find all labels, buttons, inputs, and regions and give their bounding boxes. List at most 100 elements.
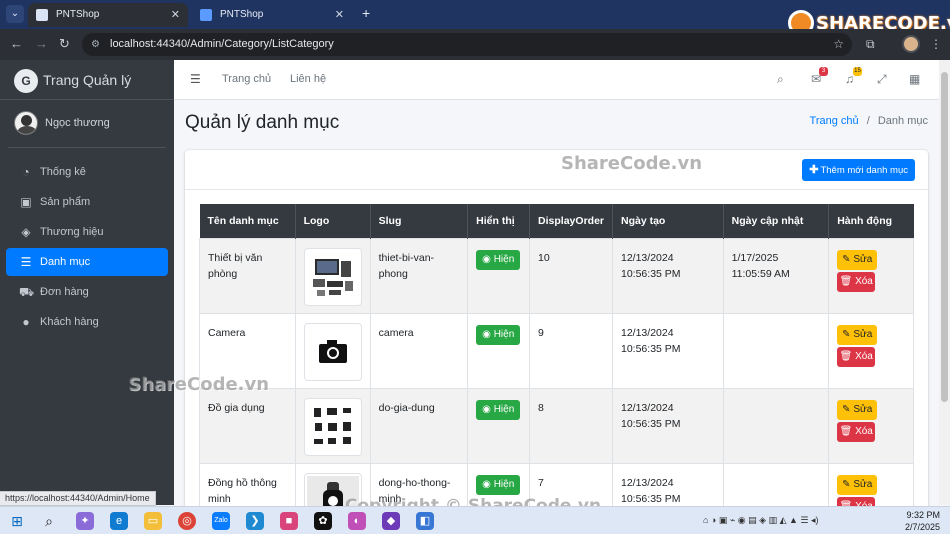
app-icon-2[interactable]: ◧ bbox=[416, 512, 434, 530]
tab-search-icon[interactable]: ⌄ bbox=[6, 5, 24, 23]
box-icon: ▣ bbox=[20, 195, 32, 209]
windows-start-icon[interactable]: ⊞ bbox=[8, 512, 26, 530]
show-label: Hiện bbox=[493, 403, 515, 415]
category-card: ✚ Thêm mới danh mục Tên danh mục Logo Slu… bbox=[185, 150, 928, 534]
sidebar-item-san-pham[interactable]: ▣ Sản phẩm bbox=[6, 188, 168, 216]
chrome-icon[interactable]: ◎ bbox=[178, 512, 196, 530]
sidebar-item-thuong-hieu[interactable]: ◈ Thương hiệu bbox=[6, 218, 168, 246]
favicon-icon bbox=[36, 9, 48, 21]
edit-label: Sửa bbox=[853, 253, 873, 265]
delete-button[interactable]: 🗑 Xóa bbox=[837, 421, 876, 442]
search-taskbar-icon[interactable]: ⌕ bbox=[40, 512, 58, 530]
close-tab-icon[interactable]: ✕ bbox=[335, 3, 344, 27]
eye-icon: ◉ bbox=[482, 253, 491, 265]
visual-studio-icon[interactable]: ◆ bbox=[382, 512, 400, 530]
bookmark-star-icon[interactable]: ☆ bbox=[833, 33, 844, 56]
table-row: Camera camera ◉ Hiện 9 12/13/2024 10:56:… bbox=[199, 312, 914, 389]
browser-menu-icon[interactable]: ⋮ bbox=[930, 37, 942, 51]
back-icon[interactable]: ← bbox=[10, 36, 23, 51]
edge-icon[interactable]: e bbox=[110, 512, 128, 530]
forward-icon[interactable]: → bbox=[35, 36, 48, 51]
eye-icon: ◉ bbox=[482, 478, 491, 490]
col-display-order[interactable]: DisplayOrder bbox=[529, 204, 613, 238]
logo-cell bbox=[294, 237, 371, 314]
delete-button[interactable]: 🗑 Xóa bbox=[837, 346, 876, 367]
add-category-label: Thêm mới danh mục bbox=[820, 165, 908, 176]
col-logo[interactable]: Logo bbox=[295, 204, 371, 238]
updated-date bbox=[722, 387, 830, 464]
camera-image bbox=[303, 322, 362, 381]
show-toggle-button[interactable]: ◉ Hiện bbox=[476, 324, 521, 345]
col-visible[interactable]: Hiển thị bbox=[467, 204, 531, 238]
col-created[interactable]: Ngày tạo bbox=[612, 204, 724, 238]
system-clock[interactable]: 9:32 PM 2/7/2025 bbox=[905, 509, 940, 533]
reload-icon[interactable]: ↻ bbox=[59, 36, 70, 52]
sidebar-item-don-hang[interactable]: ⛟ Đơn hàng bbox=[6, 278, 168, 306]
col-updated[interactable]: Ngày cập nhật bbox=[723, 204, 830, 238]
vscode-icon[interactable]: ❯ bbox=[246, 512, 264, 530]
browser-tab-active[interactable]: PNTShop ✕ bbox=[28, 3, 188, 27]
user-panel[interactable]: Ngọc thương bbox=[8, 100, 166, 148]
show-toggle-button[interactable]: ◉ Hiện bbox=[476, 474, 521, 495]
copilot-icon[interactable]: ✦ bbox=[76, 512, 94, 530]
admin-sidebar: G Trang Quản lý Ngọc thương ◔ Thống kê ▣… bbox=[0, 60, 174, 505]
favicon-icon bbox=[200, 9, 212, 21]
sidebar-item-label: Thống kê bbox=[40, 166, 86, 178]
category-name: Đồ gia dụng bbox=[199, 387, 296, 464]
display-order: 8 bbox=[529, 387, 613, 464]
scrollbar-thumb[interactable] bbox=[941, 72, 948, 402]
edit-label: Sửa bbox=[853, 403, 873, 415]
page-scrollbar[interactable] bbox=[939, 60, 950, 505]
fullscreen-icon[interactable]: ⤢ bbox=[877, 72, 887, 87]
app-icon[interactable]: ◐ bbox=[348, 512, 366, 530]
nav-link-home[interactable]: Trang chủ bbox=[222, 73, 271, 85]
notifications-bell-icon[interactable]: ♫ 15 bbox=[845, 67, 862, 86]
col-actions[interactable]: Hành động bbox=[828, 204, 914, 238]
sidebar-item-thong-ke[interactable]: ◔ Thống kê bbox=[6, 158, 168, 186]
brand-logo-icon: G bbox=[14, 69, 38, 93]
user-avatar bbox=[14, 111, 38, 135]
col-name[interactable]: Tên danh mục bbox=[199, 204, 296, 238]
breadcrumb-home-link[interactable]: Trang chủ bbox=[810, 115, 859, 127]
apps-grid-icon[interactable]: ▦ bbox=[909, 72, 920, 86]
site-info-icon[interactable]: ⚙ bbox=[91, 33, 100, 56]
sidebar-item-label: Thương hiệu bbox=[40, 226, 104, 238]
brand-text: Trang Quản lý bbox=[43, 72, 132, 88]
browser-tab[interactable]: PNTShop ✕ bbox=[192, 3, 352, 27]
nav-link-contact[interactable]: Liên hệ bbox=[290, 73, 326, 85]
table-header-row: Tên danh mục Logo Slug Hiển thị DisplayO… bbox=[199, 204, 914, 238]
category-table: Tên danh mục Logo Slug Hiển thị DisplayO… bbox=[199, 204, 914, 534]
edit-button[interactable]: ✎ Sửa bbox=[837, 399, 878, 420]
actions-cell: ✎ Sửa 🗑 Xóa bbox=[828, 387, 914, 464]
show-toggle-button[interactable]: ◉ Hiện bbox=[476, 399, 521, 420]
show-toggle-button[interactable]: ◉ Hiện bbox=[476, 249, 521, 270]
created-date: 12/13/2024 10:56:35 PM bbox=[612, 312, 724, 389]
openai-icon[interactable]: ✿ bbox=[314, 512, 332, 530]
address-bar[interactable]: ⚙ localhost:44340/Admin/Category/ListCat… bbox=[82, 33, 852, 56]
appliances-icon bbox=[313, 407, 351, 444]
file-explorer-icon[interactable]: ▭ bbox=[144, 512, 162, 530]
tray-icons[interactable]: ⌂ ◑ ▣ ⌁ ◉ ▤ ◈ ▥ ◭ ▲ ☰ ◂) bbox=[703, 515, 819, 526]
new-tab-icon[interactable]: + bbox=[362, 5, 370, 21]
zalo-icon[interactable]: Zalo bbox=[212, 512, 230, 530]
jetbrains-icon[interactable]: ■ bbox=[280, 512, 298, 530]
edit-button[interactable]: ✎ Sửa bbox=[837, 249, 878, 270]
messages-icon[interactable]: ✉ 3 bbox=[811, 67, 828, 86]
edit-button[interactable]: ✎ Sửa bbox=[837, 324, 878, 345]
logo-cell bbox=[294, 312, 371, 389]
search-icon[interactable]: ⌕ bbox=[777, 72, 784, 87]
sidebar-item-danh-muc[interactable]: ☰ Danh mục bbox=[6, 248, 168, 276]
hamburger-menu-icon[interactable]: ☰ bbox=[190, 72, 201, 86]
extensions-icon[interactable]: ⧉ bbox=[866, 37, 875, 52]
office-devices-image bbox=[303, 247, 362, 306]
clock-time: 9:32 PM bbox=[906, 510, 941, 520]
sidebar-brand[interactable]: G Trang Quản lý bbox=[0, 60, 174, 100]
tags-icon: ◈ bbox=[21, 225, 31, 239]
sidebar-item-khach-hang[interactable]: ● Khách hàng bbox=[6, 308, 168, 336]
edit-button[interactable]: ✎ Sửa bbox=[837, 474, 878, 495]
profile-avatar-icon[interactable] bbox=[902, 35, 920, 53]
close-tab-icon[interactable]: ✕ bbox=[171, 3, 180, 27]
add-category-button[interactable]: ✚ Thêm mới danh mục bbox=[802, 159, 915, 181]
col-slug[interactable]: Slug bbox=[370, 204, 469, 238]
delete-button[interactable]: 🗑 Xóa bbox=[837, 271, 876, 292]
